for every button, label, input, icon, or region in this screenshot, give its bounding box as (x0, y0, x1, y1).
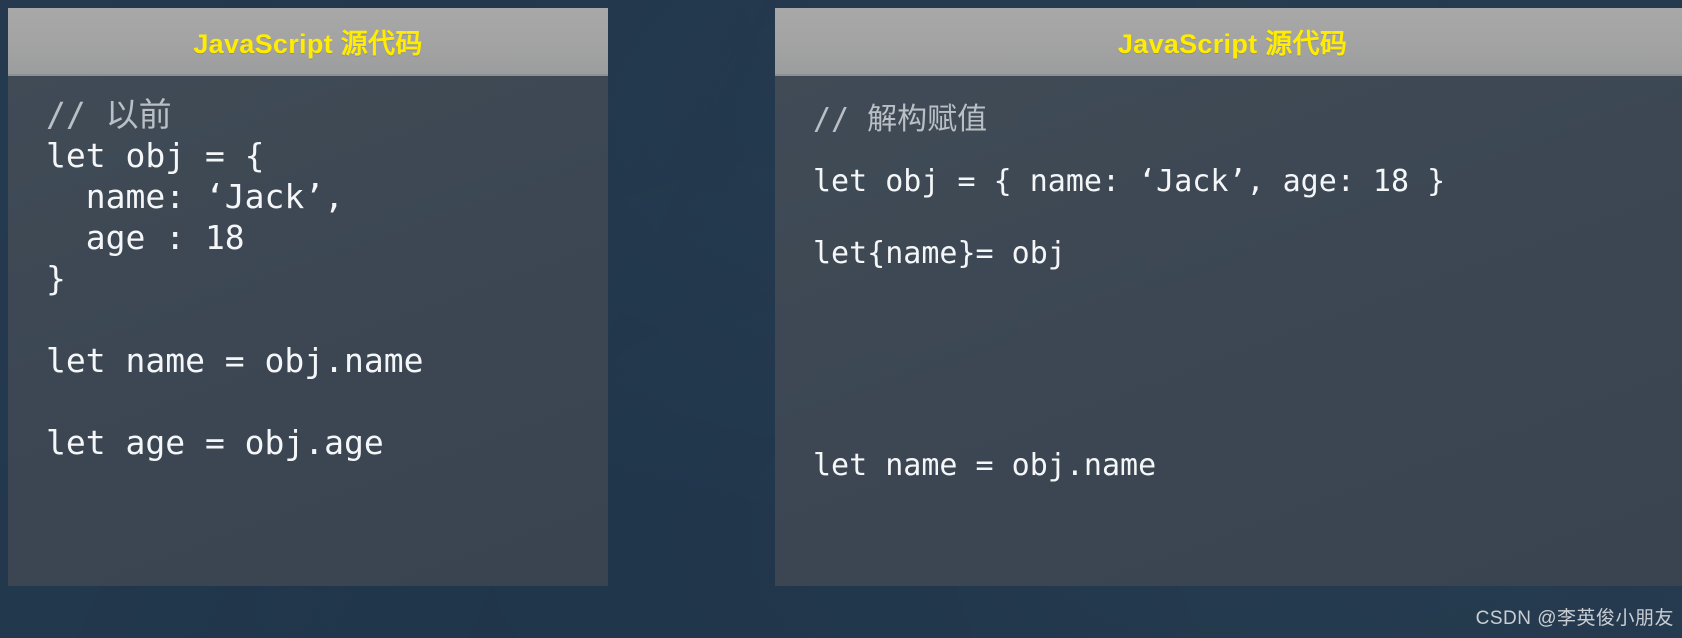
panel-header-destructuring: JavaScript 源代码 (775, 8, 1682, 76)
code-panel-before: JavaScript 源代码 // 以前 let obj = { name: ‘… (8, 8, 608, 586)
code-line-destructure: let{name}= obj (813, 236, 1066, 271)
code-comment-destructuring: // 解构赋值 (813, 102, 988, 137)
panel-body-before: // 以前 let obj = { name: ‘Jack’, age : 18… (8, 76, 608, 586)
panel-body-destructuring: // 解构赋值 let obj = { name: ‘Jack’, age: 1… (775, 76, 1682, 586)
code-line-7: let age = obj.age (46, 423, 384, 462)
code-line-result: let name = obj.name (813, 448, 1157, 483)
code-line-object-literal: let obj = { name: ‘Jack’, age: 18 } (813, 164, 1446, 199)
panel-title-before: JavaScript 源代码 (193, 28, 423, 59)
code-panel-destructuring: JavaScript 源代码 // 解构赋值 let obj = { name:… (775, 8, 1682, 586)
code-line-3: } (46, 259, 66, 298)
code-line-0: let obj = { (46, 136, 265, 175)
code-comment-before: // 以前 (46, 95, 172, 134)
panel-header-before: JavaScript 源代码 (8, 8, 608, 76)
code-line-2: age : 18 (46, 218, 245, 257)
code-line-1: name: ‘Jack’, (46, 177, 345, 216)
code-line-5: let name = obj.name (46, 341, 424, 380)
code-block-before: // 以前 let obj = { name: ‘Jack’, age : 18… (46, 94, 424, 463)
panel-title-destructuring: JavaScript 源代码 (1117, 28, 1348, 59)
csdn-watermark: CSDN @李英俊小朋友 (1475, 608, 1674, 629)
